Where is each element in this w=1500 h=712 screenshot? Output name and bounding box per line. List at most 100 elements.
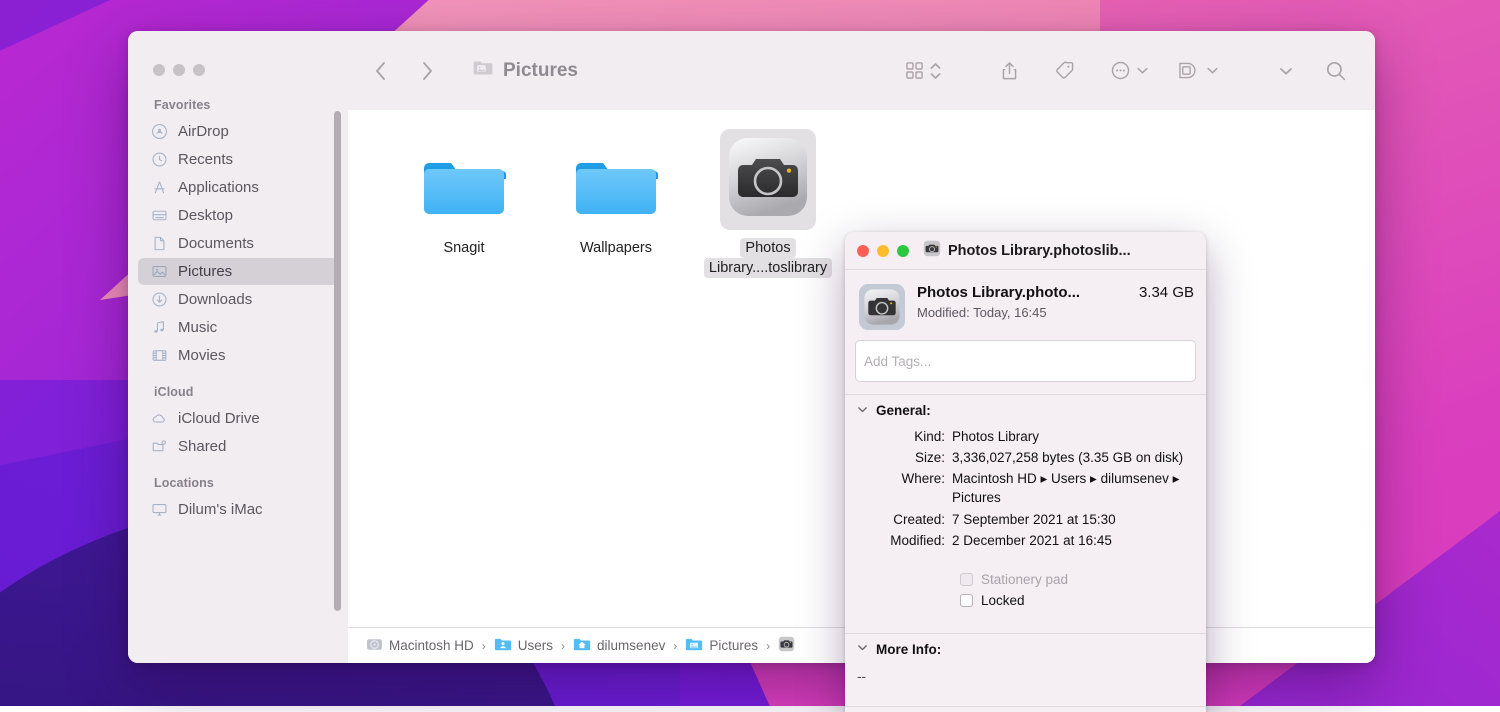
sidebar-item-shared[interactable]: Shared — [138, 433, 338, 460]
finder-sidebar: Favorites AirDrop Recents Applications D… — [128, 31, 348, 663]
ellipsis-circle-icon[interactable] — [1110, 60, 1131, 81]
locked-row[interactable]: Locked — [845, 590, 1206, 611]
locked-label: Locked — [981, 593, 1025, 608]
chevron-down-icon[interactable] — [1206, 64, 1219, 77]
sidebar-header-locations: Locations — [128, 476, 348, 495]
finder-close-button[interactable] — [153, 64, 165, 76]
sidebar-item-desktop[interactable]: Desktop — [138, 202, 338, 229]
finder-traffic-lights — [128, 31, 348, 76]
sidebar-item-label: Desktop — [178, 207, 233, 224]
section-divider-bottom — [845, 706, 1206, 707]
folder-thumb — [574, 126, 658, 230]
breadcrumb[interactable]: Pictures — [472, 59, 578, 83]
info-file-icon[interactable] — [859, 284, 905, 330]
desktop-icon — [150, 207, 168, 225]
sidebar-item-movies[interactable]: Movies — [138, 342, 338, 369]
sidebar-item-label: Movies — [178, 347, 226, 364]
forward-button[interactable] — [418, 60, 436, 82]
path-crumb-dilumsenev[interactable]: dilumsenev — [573, 637, 665, 655]
search-icon[interactable] — [1317, 60, 1347, 82]
info-file-size: 3.34 GB — [1139, 284, 1194, 301]
path-crumb-macintosh-hd[interactable]: Macintosh HD — [366, 637, 474, 655]
display-icon — [150, 501, 168, 519]
group-by-icon[interactable] — [1177, 60, 1201, 81]
sidebar-item-airdrop[interactable]: AirDrop — [138, 118, 338, 145]
pictures-folder-icon — [472, 59, 494, 83]
photos-library-thumb — [720, 126, 816, 230]
path-crumb-photos-library[interactable] — [778, 636, 795, 655]
info-modified-line: Modified: Today, 16:45 — [917, 305, 1194, 320]
share-icon[interactable] — [982, 60, 1037, 82]
sidebar-item-icloud-drive[interactable]: iCloud Drive — [138, 405, 338, 432]
clock-icon — [150, 151, 168, 169]
sidebar-item-applications[interactable]: Applications — [138, 174, 338, 201]
general-rows: Kind: Photos Library Size: 3,336,027,258… — [845, 422, 1206, 551]
film-icon — [150, 347, 168, 365]
info-zoom-button[interactable] — [897, 245, 909, 257]
sidebar-header-favorites: Favorites — [128, 98, 348, 117]
sidebar-item-downloads[interactable]: Downloads — [138, 286, 338, 313]
stationery-pad-checkbox — [960, 573, 973, 586]
finder-zoom-button[interactable] — [193, 64, 205, 76]
applications-icon — [150, 179, 168, 197]
sidebar-item-label: Applications — [178, 179, 259, 196]
document-icon — [150, 235, 168, 253]
sidebar-item-label: Documents — [178, 235, 254, 252]
info-close-button[interactable] — [857, 245, 869, 257]
path-crumb-users[interactable]: Users — [494, 637, 553, 655]
sidebar-item-label: Shared — [178, 438, 226, 455]
sidebar-item-documents[interactable]: Documents — [138, 230, 338, 257]
info-row-where: Where: Macintosh HD ▸ Users ▸ dilumsenev… — [845, 468, 1206, 508]
info-modified-value: Today, 16:45 — [973, 305, 1046, 320]
locked-checkbox[interactable] — [960, 594, 973, 607]
folder-icon — [422, 155, 506, 225]
file-item-wallpapers[interactable]: Wallpapers — [540, 126, 692, 278]
info-file-name: Photos Library.photo... — [917, 284, 1080, 301]
chevron-down-icon[interactable] — [857, 642, 868, 656]
breadcrumb-current-folder: Pictures — [503, 60, 578, 82]
more-info-section-header[interactable]: More Info: — [845, 634, 1206, 661]
hard-drive-icon — [366, 637, 383, 655]
file-name: Photos Library....toslibrary — [704, 238, 832, 278]
sidebar-group-icloud: iCloud iCloud Drive Shared — [128, 385, 348, 460]
sidebar-item-recents[interactable]: Recents — [138, 146, 338, 173]
finder-minimize-button[interactable] — [173, 64, 185, 76]
grid-view-icon[interactable] — [905, 61, 924, 80]
chevron-down-icon[interactable] — [1136, 64, 1149, 77]
sidebar-item-dilums-imac[interactable]: Dilum's iMac — [138, 496, 338, 523]
path-crumb-pictures[interactable]: Pictures — [685, 637, 758, 655]
path-separator: › — [561, 639, 565, 653]
home-folder-icon — [573, 637, 591, 655]
sidebar-item-label: iCloud Drive — [178, 410, 260, 427]
general-section-header[interactable]: General: — [845, 395, 1206, 422]
stationery-pad-row: Stationery pad — [845, 569, 1206, 590]
file-item-snagit[interactable]: Snagit — [388, 126, 540, 278]
sidebar-item-label: Music — [178, 319, 217, 336]
tag-icon[interactable] — [1037, 60, 1094, 81]
sidebar-item-label: Pictures — [178, 263, 232, 280]
sidebar-item-music[interactable]: Music — [138, 314, 338, 341]
chevron-down-icon[interactable] — [857, 404, 868, 418]
sidebar-scrollbar[interactable] — [334, 111, 341, 611]
back-button[interactable] — [372, 60, 390, 82]
info-header: Photos Library.photo... 3.34 GB Modified… — [845, 270, 1206, 338]
download-icon — [150, 291, 168, 309]
info-row-modified: Modified: 2 December 2021 at 16:45 — [845, 530, 1206, 551]
photos-library-icon — [726, 135, 810, 219]
get-info-window[interactable]: Photos Library.photoslib... Photos Libra… — [845, 232, 1206, 712]
chevron-updown-icon[interactable] — [929, 60, 942, 82]
sidebar-item-pictures[interactable]: Pictures — [138, 258, 338, 285]
sidebar-item-label: Dilum's iMac — [178, 501, 263, 518]
folder-thumb — [422, 126, 506, 230]
overflow-chevron-down-icon[interactable] — [1229, 64, 1317, 78]
more-info-section-label: More Info: — [876, 642, 941, 657]
info-title-text: Photos Library.photoslib... — [948, 243, 1131, 259]
file-item-photos-library[interactable]: Photos Library....toslibrary — [692, 126, 844, 278]
sidebar-header-icloud: iCloud — [128, 385, 348, 404]
add-tags-field[interactable]: Add Tags... — [855, 340, 1196, 382]
info-modified-label: Modified: — [917, 305, 970, 320]
add-tags-placeholder: Add Tags... — [864, 354, 931, 369]
pictures-icon — [150, 263, 168, 281]
info-minimize-button[interactable] — [877, 245, 889, 257]
sidebar-item-label: AirDrop — [178, 123, 229, 140]
